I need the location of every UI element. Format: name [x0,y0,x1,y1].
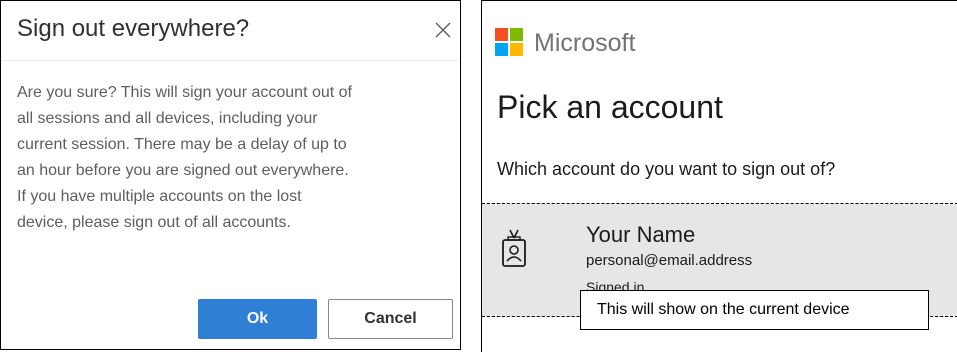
badge-icon [500,228,528,268]
sign-out-dialog: Sign out everywhere? Are you sure? This … [0,0,461,350]
dialog-body-line: all sessions and all devices, including … [17,110,318,127]
pick-account-panel: Microsoft Pick an account Which account … [481,0,957,352]
dialog-body-line: current session. There may be a delay of… [17,136,347,153]
page-subtitle: Which account do you want to sign out of… [497,159,836,179]
account-email: personal@email.address [586,252,753,269]
cancel-button[interactable]: Cancel [328,299,453,339]
microsoft-logo-icon [495,28,523,56]
dialog-body-line: If you have multiple accounts on the los… [17,188,302,205]
dialog-body-line: device, please sign out of all accounts. [17,214,291,231]
dialog-title: Sign out everywhere? [17,15,250,42]
account-name: Your Name [586,222,696,247]
dialog-body-line: Are you sure? This will sign your accoun… [17,84,352,101]
page-title: Pick an account [497,89,723,125]
close-icon[interactable] [434,21,452,39]
ok-button[interactable]: Ok [198,299,317,339]
brand-name: Microsoft [534,29,636,57]
dialog-body: Are you sure? This will sign your accoun… [17,80,457,236]
dialog-body-line: an hour before you are signed out everyw… [17,162,349,179]
dialog-divider [1,60,460,61]
account-tile[interactable]: Your Name personal@email.address Signed … [482,203,957,330]
annotation-callout: This will show on the current device [580,290,929,330]
